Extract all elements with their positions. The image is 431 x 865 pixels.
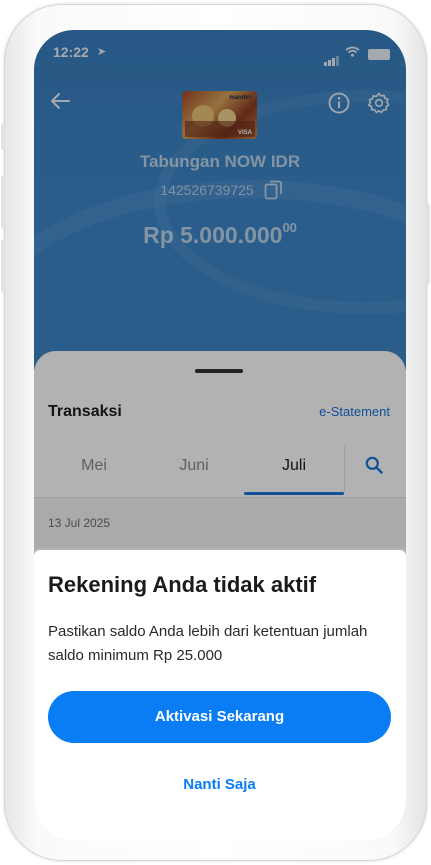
mute-switch [1, 124, 5, 150]
power-button [426, 204, 430, 284]
phone-frame: 12:22 ➤ mandiri VISA Tabungan NOW IDR 14… [1, 4, 430, 861]
modal-title: Rekening Anda tidak aktif [48, 572, 317, 597]
volume-up-button [1, 176, 5, 228]
later-button[interactable]: Nanti Saja [48, 770, 391, 800]
inactive-account-modal: Rekening Anda tidak aktif Pastikan saldo… [34, 550, 406, 841]
volume-down-button [1, 240, 5, 292]
modal-message: Pastikan saldo Anda lebih dari ketentuan… [48, 623, 368, 664]
phone-screen: 12:22 ➤ mandiri VISA Tabungan NOW IDR 14… [34, 30, 406, 841]
activate-now-button[interactable]: Aktivasi Sekarang [48, 691, 391, 743]
